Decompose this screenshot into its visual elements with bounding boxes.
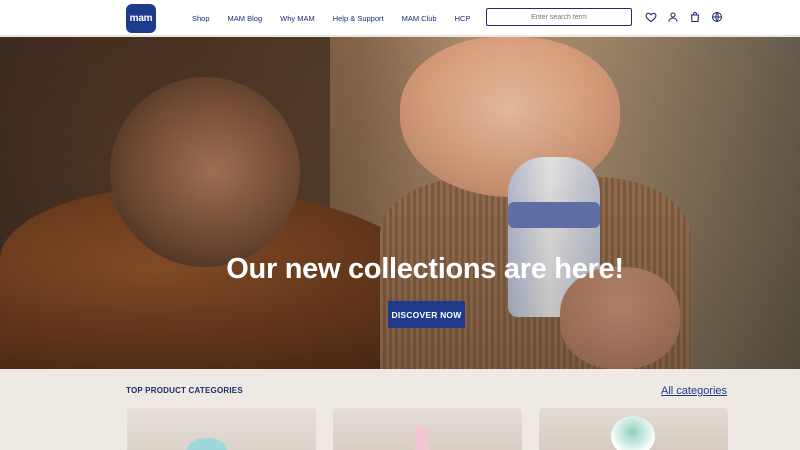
discover-now-button[interactable]: DISCOVER NOW bbox=[388, 301, 465, 328]
category-image bbox=[611, 416, 655, 450]
mam-logo[interactable]: mam bbox=[126, 4, 156, 33]
bag-icon[interactable] bbox=[688, 10, 702, 24]
category-card[interactable] bbox=[539, 408, 728, 450]
categories-title: TOP PRODUCT CATEGORIES bbox=[126, 386, 243, 395]
category-card[interactable] bbox=[127, 408, 316, 450]
all-categories-link[interactable]: All categories bbox=[661, 385, 727, 397]
nav-hcp[interactable]: HCP bbox=[455, 14, 471, 23]
search-input[interactable] bbox=[486, 8, 632, 26]
globe-icon[interactable] bbox=[710, 10, 724, 24]
site-header: mam Shop MAM Blog Why MAM Help & Support… bbox=[0, 0, 800, 36]
logo-text: mam bbox=[129, 12, 153, 24]
nav-mam-club[interactable]: MAM Club bbox=[402, 14, 437, 23]
hero-banner: Our new collections are here! DISCOVER N… bbox=[0, 37, 800, 369]
nav-shop[interactable]: Shop bbox=[192, 14, 210, 23]
nav-mam-blog[interactable]: MAM Blog bbox=[228, 14, 263, 23]
main-nav: Shop MAM Blog Why MAM Help & Support MAM… bbox=[192, 0, 488, 36]
nav-help-support[interactable]: Help & Support bbox=[333, 14, 384, 23]
category-card[interactable] bbox=[333, 408, 522, 450]
user-icon[interactable] bbox=[666, 10, 680, 24]
header-icons bbox=[644, 10, 732, 24]
hero-title: Our new collections are here! bbox=[226, 253, 624, 285]
category-image bbox=[415, 426, 429, 450]
nav-why-mam[interactable]: Why MAM bbox=[280, 14, 315, 23]
category-image bbox=[187, 438, 227, 450]
heart-icon[interactable] bbox=[644, 10, 658, 24]
